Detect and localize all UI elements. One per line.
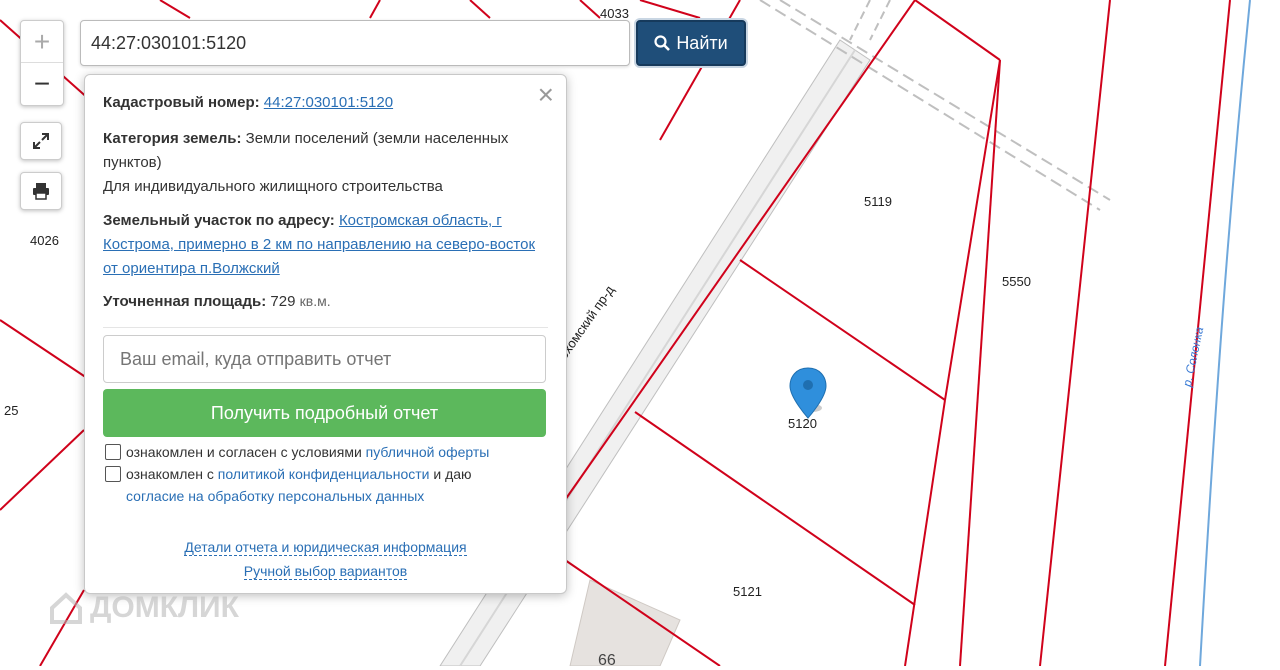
offer-checkbox[interactable] <box>105 444 121 460</box>
expand-icon <box>33 133 49 149</box>
category-row: Категория земель: Земли поселений (земли… <box>103 127 548 199</box>
location-marker-icon[interactable] <box>789 367 827 419</box>
area-row: Уточненная площадь: 729 кв.м. <box>103 289 548 314</box>
plot-info-popup: × Кадастровый номер: 44:27:030101:5120 К… <box>84 74 567 594</box>
printer-icon <box>33 183 49 200</box>
fullscreen-button[interactable] <box>20 122 62 160</box>
building-number-label: 66 <box>598 652 616 669</box>
privacy-consent-label-a: ознакомлен с <box>126 466 214 482</box>
cadastral-search-input[interactable] <box>80 20 630 66</box>
plot-label-5120: 5120 <box>788 416 817 431</box>
search-button[interactable]: Найти <box>636 20 746 66</box>
plot-label-5550: 5550 <box>1002 274 1031 289</box>
manual-selection-link[interactable]: Ручной выбор вариантов <box>243 563 408 580</box>
plot-label-5119: 5119 <box>864 194 892 209</box>
search-button-label: Найти <box>676 32 728 53</box>
area-unit: кв.м. <box>299 293 331 309</box>
watermark-text: ДОМКЛИК <box>90 591 239 624</box>
area-label: Уточненная площадь: <box>103 293 267 310</box>
privacy-consent-label-b: и даю <box>433 466 472 482</box>
offer-consent[interactable]: ознакомлен и согласен с условиями публич… <box>105 441 489 463</box>
cadastral-number-link[interactable]: 44:27:030101:5120 <box>264 94 393 111</box>
privacy-policy-link[interactable]: политикой конфиденциальности <box>218 466 430 482</box>
category-label: Категория земель: <box>103 130 242 147</box>
offer-consent-label: ознакомлен и согласен с условиями <box>126 444 362 460</box>
public-offer-link[interactable]: публичной оферты <box>366 444 490 460</box>
plot-label-5121: 5121 <box>733 584 762 599</box>
email-field[interactable] <box>103 335 546 383</box>
zoom-out-button[interactable]: − <box>21 63 63 105</box>
offer-consent-text: ознакомлен и согласен с условиями публич… <box>126 441 489 463</box>
personal-data-consent-link[interactable]: согласие на обработку персональных данны… <box>126 488 424 504</box>
usage-value: Для индивидуального жилищного строительс… <box>103 178 443 195</box>
search-icon <box>654 35 671 51</box>
area-value: 729 <box>270 293 296 310</box>
plot-label-4026: 4026 <box>30 233 59 248</box>
watermark: ДОМКЛИК <box>48 590 239 626</box>
cadastral-label: Кадастровый номер: <box>103 94 260 111</box>
privacy-checkbox[interactable] <box>105 466 121 482</box>
manual-link-row: Ручной выбор вариантов <box>85 563 566 580</box>
address-row: Земельный участок по адресу: Костромская… <box>103 209 548 281</box>
address-label: Земельный участок по адресу: <box>103 212 335 229</box>
plot-label-4033: 4033 <box>600 6 629 21</box>
cadastral-number-row: Кадастровый номер: 44:27:030101:5120 <box>103 91 548 115</box>
print-button[interactable] <box>20 172 62 210</box>
house-logo-icon <box>50 592 82 624</box>
plot-label-25: 25 <box>4 403 19 418</box>
zoom-in-button[interactable]: + <box>21 21 63 63</box>
get-report-button[interactable]: Получить подробный отчет <box>103 389 546 437</box>
privacy-consent[interactable]: ознакомлен с политикой конфиденциальност… <box>105 463 472 507</box>
details-link-row: Детали отчета и юридическая информация <box>85 539 566 556</box>
details-link[interactable]: Детали отчета и юридическая информация <box>184 539 467 556</box>
divider <box>103 327 548 328</box>
zoom-control: + − <box>20 20 64 106</box>
privacy-consent-text: ознакомлен с политикой конфиденциальност… <box>126 463 472 507</box>
